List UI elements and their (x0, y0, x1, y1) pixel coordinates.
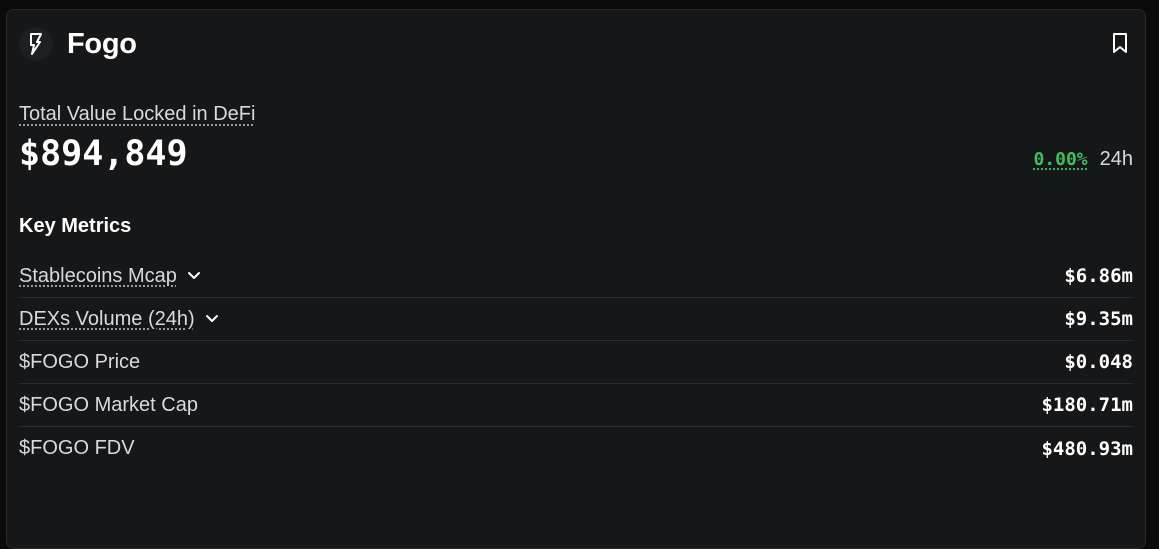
bookmark-icon (1113, 33, 1127, 53)
metric-value: $6.86m (1064, 265, 1133, 287)
card-header: Fogo (19, 24, 1133, 64)
metric-label: DEXs Volume (24h) (19, 307, 195, 330)
tvl-change-percent[interactable]: 0.00% (1033, 149, 1087, 170)
tvl-change-period: 24h (1099, 148, 1133, 170)
metric-row-fogo-price: $FOGO Price $0.048 (19, 341, 1133, 384)
tvl-label[interactable]: Total Value Locked in DeFi (19, 103, 255, 126)
metric-value: $9.35m (1064, 308, 1133, 330)
chain-logo (19, 27, 53, 61)
tvl-value: $894,849 (19, 134, 188, 174)
metric-label: $FOGO Price (19, 350, 141, 373)
metric-row-stablecoins-mcap[interactable]: Stablecoins Mcap $6.86m (19, 255, 1133, 298)
metric-value: $0.048 (1064, 351, 1133, 373)
metric-value: $180.71m (1041, 394, 1133, 416)
chain-overview-card: Fogo Total Value Locked in DeFi $894,849… (6, 9, 1146, 549)
metric-label: $FOGO FDV (19, 437, 135, 459)
metric-value: $480.93m (1041, 437, 1133, 460)
chevron-down-icon[interactable] (205, 314, 219, 324)
bolt-icon (30, 33, 42, 55)
chevron-down-icon[interactable] (187, 271, 201, 281)
key-metrics-title: Key Metrics (19, 215, 132, 237)
key-metrics-list: Stablecoins Mcap $6.86m DEXs Volume (24h… (19, 255, 1133, 470)
metric-label: Stablecoins Mcap (19, 264, 177, 287)
metric-row-fogo-market-cap: $FOGO Market Cap $180.71m (19, 384, 1133, 427)
metric-row-fogo-fdv: $FOGO FDV $480.93m (19, 427, 1133, 470)
tvl-change: 0.00% 24h (1033, 148, 1133, 171)
metric-label: $FOGO Market Cap (19, 393, 198, 416)
bookmark-button[interactable] (1107, 30, 1133, 56)
chain-title: Fogo (67, 27, 137, 60)
metric-row-dexs-volume[interactable]: DEXs Volume (24h) $9.35m (19, 298, 1133, 341)
